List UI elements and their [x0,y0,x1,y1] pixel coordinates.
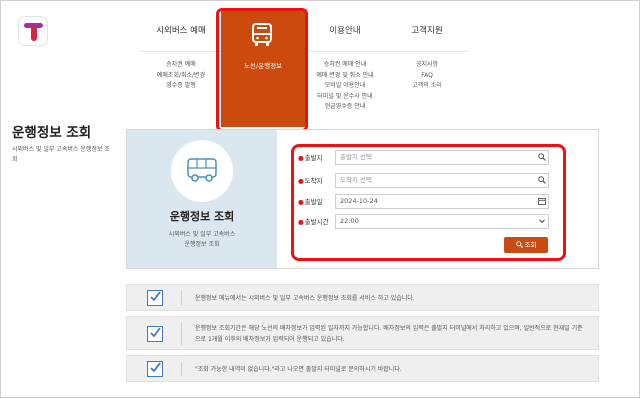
checkbox-icon [147,290,163,306]
date-label-text: 출발일 [304,198,323,206]
notice-text: "조회 가능한 내역이 없습니다."라고 나오면 출발지 터미널로 문의하시기 … [195,366,402,373]
nav-col-guide: 이용안내 승차권 예매 안내 예매 변경 및 취소 안내 모바일 이용안내 터미… [304,12,386,113]
arrival-row: ●도착지 도착지 선택 [298,173,550,188]
nav-item-faq[interactable]: FAQ [386,71,468,82]
date-label: ●출발일 [298,198,323,206]
card-description: 시외버스 및 일부 고속버스 운행정보 조회 [127,230,277,249]
card-description-line1: 시외버스 및 일부 고속버스 [168,231,236,238]
time-row: ●출발시간 22:00 [298,214,550,229]
notice-divider [181,323,182,345]
checkbox-icon [147,361,163,377]
notice-divider [181,291,182,305]
notice-divider [181,362,182,376]
page-title: 운행정보 조회 [12,125,92,141]
card-title: 운행정보 조회 [169,210,235,223]
departure-row: ●출발지 출발지 선택 [298,150,550,165]
card-icon-circle [171,140,233,202]
arrival-label: ●도착지 [298,177,323,185]
bus-outline-icon [187,158,217,182]
nav-item-notice[interactable]: 공지사항 [386,60,468,71]
arrival-label-text: 도착지 [304,177,323,185]
nav-item-cash-receipt-guide[interactable]: 현금영수증 안내 [304,102,386,113]
departure-input[interactable]: 출발지 선택 [335,150,549,165]
calendar-icon[interactable] [538,197,546,207]
nav-item-ticket-guide[interactable]: 승차권 예매 안내 [304,60,386,71]
time-label-text: 출발시간 [304,218,329,226]
search-icon[interactable] [538,153,546,163]
nav-col-support: 고객지원 공지사항 FAQ 고객의 소리 [386,12,468,92]
card-description-line2: 운행정보 조회 [184,240,220,248]
nav-col-reservation: 시외버스 예매 승차권 예매 예매조회/취소/변경 영수증 발행 [140,12,222,92]
search-icon[interactable] [538,176,546,186]
checkbox-icon [147,326,163,342]
search-icon [515,241,523,248]
page-description: 시외버스 및 일부 고속버스 운행정보 조회 [12,146,110,163]
nav-item-lookup-cancel[interactable]: 예매조회/취소/변경 [140,71,222,82]
notice-text: 운행정보 조회기간은 해당 노선의 배차정보가 입력된 일자까지 가능합니다. … [195,325,583,343]
nav-item-terminal-guide[interactable]: 터미널 및 운수사 안내 [304,92,386,103]
arrival-input[interactable]: 도착지 선택 [335,173,549,188]
search-button-label: 조회 [524,241,537,249]
departure-label: ●출발지 [298,154,323,162]
search-button[interactable]: 조회 [504,237,548,253]
nav-item-receipt[interactable]: 영수증 발행 [140,81,222,92]
card-info-panel: 운행정보 조회 시외버스 및 일부 고속버스 운행정보 조회 [127,130,277,268]
departure-label-text: 출발지 [304,154,323,162]
nav-item-ticket[interactable]: 승차권 예매 [140,60,222,71]
nav-title-reservation[interactable]: 시외버스 예매 [140,12,222,52]
nav-item-change-guide[interactable]: 예매 변경 및 취소 안내 [304,71,386,82]
notice-item: 운행정보 조회기간은 해당 노선의 배차정보가 입력된 일자까지 가능합니다. … [126,316,599,350]
notice-item: 운행정보 메뉴에서는 시외버스 및 일부 고속버스 운행정보 조회를 서비스 하… [126,284,599,311]
nav-title-support[interactable]: 고객지원 [386,12,468,52]
chevron-down-icon[interactable] [538,217,546,227]
highlight-box-nav [216,8,308,132]
nav-title-guide[interactable]: 이용안내 [304,12,386,52]
nav-submenu-guide: 승차권 예매 안내 예매 변경 및 취소 안내 모바일 이용안내 터미널 및 운… [304,60,386,113]
time-select[interactable]: 22:00 [335,214,549,229]
nav-submenu-support: 공지사항 FAQ 고객의 소리 [386,60,468,92]
date-input[interactable]: 2024-10-24 [335,194,549,209]
notice-item: "조회 가능한 내역이 없습니다."라고 나오면 출발지 터미널로 문의하시기 … [126,355,599,382]
nav-item-mobile-guide[interactable]: 모바일 이용안내 [304,81,386,92]
nav-submenu-reservation: 승차권 예매 예매조회/취소/변경 영수증 발행 [140,60,222,92]
time-label: ●출발시간 [298,218,329,226]
tmoney-logo[interactable] [18,16,48,46]
date-row: ●출발일 2024-10-24 [298,194,550,209]
nav-item-voice[interactable]: 고객의 소리 [386,81,468,92]
notice-text: 운행정보 메뉴에서는 시외버스 및 일부 고속버스 운행정보 조회를 서비스 하… [195,295,415,302]
logo-stem [31,26,37,41]
